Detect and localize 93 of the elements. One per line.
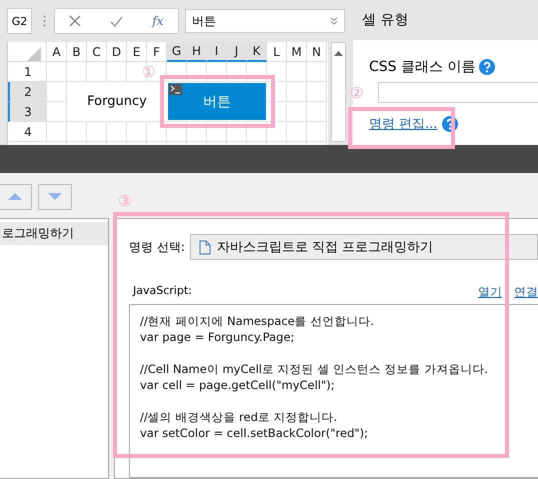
command-dropdown[interactable]: 자바스크립트로 직접 프로그래밍하기	[190, 234, 538, 260]
chevron-icon	[330, 17, 338, 25]
help-icon[interactable]	[479, 59, 496, 75]
column-header[interactable]: B	[67, 42, 87, 62]
code-line: //현재 페이지에 Namespace를 선언합니다.	[140, 313, 376, 329]
row-header[interactable]: 4	[8, 122, 47, 142]
grid-cell[interactable]	[67, 122, 87, 142]
scroll-up-icon[interactable]	[334, 51, 343, 56]
grid-cell[interactable]	[107, 62, 127, 82]
row-header[interactable]: 1	[8, 62, 47, 82]
row-header[interactable]: 2	[8, 82, 47, 102]
grid-cell[interactable]	[227, 62, 247, 82]
column-header[interactable]: F	[147, 42, 167, 62]
grid-cell[interactable]	[247, 122, 267, 142]
editor-link[interactable]: 열기	[478, 284, 502, 301]
grid-cell[interactable]	[47, 102, 67, 122]
column-header[interactable]: J	[227, 42, 247, 62]
grid-cell[interactable]	[67, 62, 87, 82]
grid-cell[interactable]	[287, 122, 307, 142]
grid-cell[interactable]	[227, 122, 247, 142]
up-arrow-icon	[8, 193, 22, 200]
grid-cell[interactable]	[267, 82, 287, 102]
grid-cell[interactable]	[307, 82, 327, 102]
step-marker: ①	[142, 63, 156, 81]
command-label: 명령 선택:	[129, 238, 185, 256]
column-header[interactable]: A	[47, 42, 67, 62]
name-box[interactable]: G2	[7, 8, 32, 34]
grid-cell[interactable]	[287, 82, 307, 102]
code-editor[interactable]: //현재 페이지에 Namespace를 선언합니다. var page = Forguncy.Page; //Cell Name이 myCell로 지정된 셀 인스턴스 정보를 가져옵니다. var cell = page.getCell("myCell"); //셀의 배경색상을 red로 지정합니다. var setColor = cell.setBackColor("red");	[129, 304, 538, 478]
grid-cell[interactable]	[307, 102, 327, 122]
column-header[interactable]: G	[167, 42, 187, 62]
column-header[interactable]: E	[127, 42, 147, 62]
grid-cell[interactable]	[267, 122, 287, 142]
grid-cell[interactable]	[267, 62, 287, 82]
grid-cell[interactable]	[207, 122, 227, 142]
grid-cell[interactable]	[47, 62, 67, 82]
down-arrow-icon	[48, 193, 62, 200]
grid-cell[interactable]	[287, 102, 307, 122]
script-label: JavaScript:	[133, 284, 192, 299]
field-label: CSS 클래스 이름	[369, 58, 476, 76]
css-class-field[interactable]	[378, 82, 538, 103]
grid-cell[interactable]	[107, 122, 127, 142]
javascript-file-icon	[198, 240, 211, 254]
column-header[interactable]: K	[247, 42, 267, 62]
text-cell: Forguncy	[67, 82, 167, 122]
grid-cell[interactable]	[267, 102, 287, 122]
editor-link[interactable]: 연결	[514, 284, 538, 301]
grid-cell[interactable]	[307, 122, 327, 142]
column-header[interactable]: D	[107, 42, 127, 62]
column-header[interactable]: M	[287, 42, 307, 62]
select-all-corner[interactable]	[8, 42, 47, 62]
row-header[interactable]: 3	[8, 102, 47, 122]
cell-button[interactable]: 버튼	[168, 83, 266, 120]
terminal-icon	[169, 84, 182, 95]
grid-cell[interactable]	[147, 122, 167, 142]
close-icon[interactable]	[69, 15, 82, 27]
grid-cell[interactable]	[87, 122, 107, 142]
code-line: //셀의 배경색상을 red로 지정합니다.	[140, 409, 338, 425]
edit-command-link[interactable]: 명령 편집...	[369, 115, 438, 133]
separator-handle: ⋮	[38, 14, 48, 28]
grid-cell[interactable]	[167, 122, 187, 142]
grid-cell[interactable]	[47, 82, 67, 102]
code-line: var page = Forguncy.Page;	[140, 329, 296, 345]
grid-cell[interactable]	[187, 62, 207, 82]
grid-cell[interactable]	[207, 62, 227, 82]
grid-cell[interactable]	[287, 62, 307, 82]
column-header[interactable]: N	[307, 42, 327, 62]
code-line: var cell = page.getCell("myCell");	[140, 377, 336, 393]
move-up-button[interactable]	[0, 184, 32, 210]
column-header[interactable]: L	[267, 42, 287, 62]
move-down-button[interactable]	[38, 184, 72, 210]
step-marker: ③	[118, 192, 132, 210]
panel-title: 셀 유형	[361, 11, 410, 30]
grid-cell[interactable]	[87, 62, 107, 82]
column-header[interactable]: H	[187, 42, 207, 62]
grid-cell[interactable]	[307, 62, 327, 82]
grid-cell[interactable]	[247, 62, 267, 82]
code-line: var setColor = cell.setBackColor("red");	[140, 425, 370, 441]
check-icon[interactable]	[110, 16, 124, 26]
grid-cell[interactable]	[187, 122, 207, 142]
grid-cell[interactable]	[167, 62, 187, 82]
column-header[interactable]: C	[87, 42, 107, 62]
code-line: //Cell Name이 myCell로 지정된 셀 인스턴스 정보를 가져옵니다.	[140, 361, 489, 377]
column-header[interactable]: I	[207, 42, 227, 62]
grid-cell[interactable]	[127, 122, 147, 142]
function-button[interactable]: fx	[152, 14, 164, 28]
help-icon[interactable]	[442, 116, 458, 132]
list-item[interactable]: 로그래밍하기	[0, 222, 108, 245]
grid-cell[interactable]	[47, 122, 67, 142]
scrollbar[interactable]	[331, 42, 346, 142]
triangle-icon	[27, 46, 41, 60]
formula-field[interactable]: 버튼	[185, 9, 345, 33]
step-marker: ②	[350, 84, 364, 102]
